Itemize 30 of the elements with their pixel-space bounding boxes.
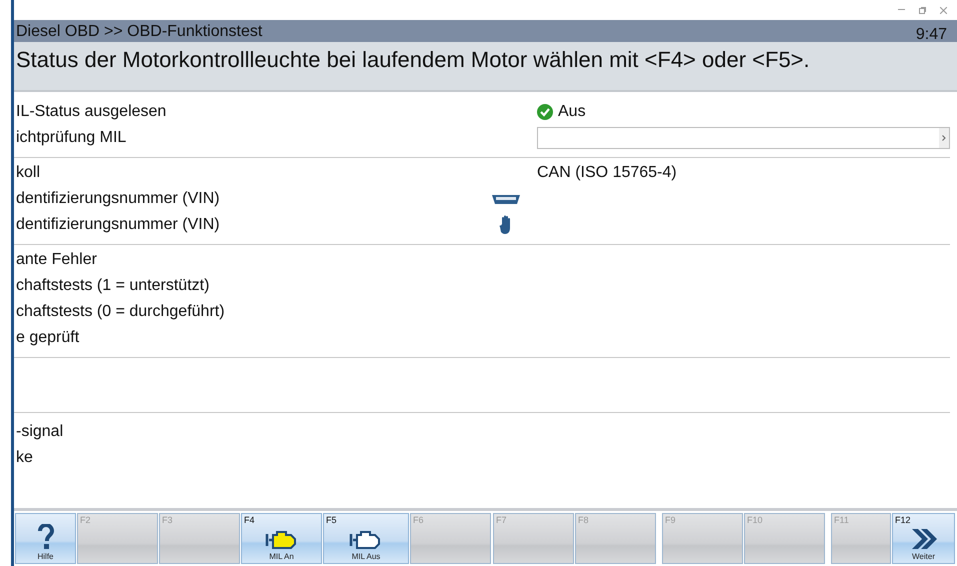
close-icon[interactable] xyxy=(940,6,947,14)
minimize-icon[interactable] xyxy=(898,9,905,11)
row-label: dentifizierungsnummer (VIN) xyxy=(16,216,220,234)
input-field[interactable] xyxy=(537,127,950,149)
row-label: ke xyxy=(16,449,33,467)
row-label: dentifizierungsnummer (VIN) xyxy=(16,190,220,208)
row-value: CAN (ISO 15765-4) xyxy=(537,164,678,182)
hand-icon xyxy=(498,215,512,235)
function-key[interactable]: F4 MIL An xyxy=(241,513,322,564)
row-label: ichtprüfung MIL xyxy=(16,129,126,147)
instruction-text: Status der Motorkontrollleuchte bei laufendem Motor wählen mit <F4> oder <F5>. xyxy=(16,47,810,73)
row-label: chaftstests (1 = unterstützt) xyxy=(16,277,210,295)
help-icon xyxy=(36,524,54,550)
row-value: Aus xyxy=(537,103,950,121)
row-label: ante Fehler xyxy=(16,251,97,269)
row-label: -signal xyxy=(16,423,64,441)
restore-icon[interactable] xyxy=(919,6,926,14)
double-chevron-icon xyxy=(910,528,936,550)
chevron-icon[interactable] xyxy=(942,135,946,141)
function-key[interactable]: F12 Weiter xyxy=(892,513,955,564)
row-label: IL-Status ausgelesen xyxy=(16,103,166,121)
row-label: e geprüft xyxy=(16,329,80,347)
function-key[interactable]: Hilfe xyxy=(15,513,76,564)
connector-icon xyxy=(490,194,520,204)
function-key[interactable]: F5 MIL Aus xyxy=(323,513,409,564)
header-title: Diesel OBD >> OBD-Funktionstest xyxy=(16,22,262,42)
row-label: koll xyxy=(16,164,40,182)
check-circle-icon xyxy=(537,104,553,120)
row-label: chaftstests (0 = durchgeführt) xyxy=(16,303,225,321)
clock-time: 9:47 xyxy=(916,26,947,44)
